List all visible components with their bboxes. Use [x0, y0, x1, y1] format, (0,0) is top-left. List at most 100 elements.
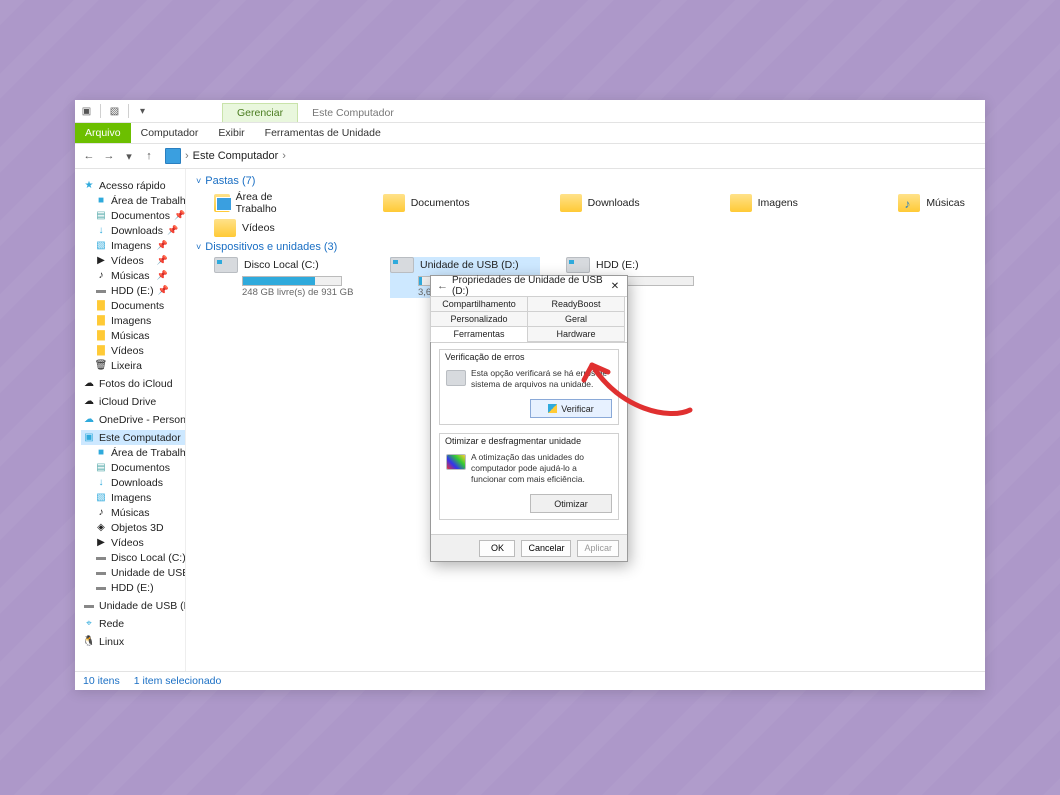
- tab-tools[interactable]: Ferramentas: [430, 326, 528, 342]
- sidebar-item-desktop[interactable]: ■Área de Trabalho: [93, 445, 185, 460]
- folder-documents[interactable]: Documentos: [383, 191, 470, 215]
- sidebar-linux[interactable]: 🐧Linux: [81, 634, 185, 649]
- sidebar-item-music[interactable]: ▇Músicas: [93, 328, 185, 343]
- breadcrumb[interactable]: › Este Computador ›: [161, 147, 979, 165]
- sidebar-quick-access[interactable]: ★Acesso rápido: [81, 178, 185, 193]
- sidebar-item-documents[interactable]: ▤Documentos: [93, 460, 185, 475]
- sidebar-label: Downloads: [111, 225, 163, 237]
- cancel-button[interactable]: Cancelar: [521, 540, 571, 557]
- group-description: A otimização das unidades do computador …: [471, 452, 612, 484]
- sidebar-item-usb-d[interactable]: ▬Unidade de USB (D:: [93, 565, 185, 580]
- download-icon: ↓: [95, 225, 107, 237]
- sidebar-item-hdd-e[interactable]: ▬HDD (E:)📌: [93, 283, 185, 298]
- sidebar-label: Área de Trabalho: [111, 195, 186, 207]
- video-icon: ▶: [95, 255, 107, 267]
- sidebar-label: Unidade de USB (D:: [111, 567, 186, 579]
- sidebar-label: Imagens: [111, 315, 151, 327]
- folder-label: Músicas: [926, 197, 965, 209]
- sidebar-icloud-drive[interactable]: ☁iCloud Drive: [81, 394, 185, 409]
- sidebar-item-images[interactable]: ▇Imagens: [93, 313, 185, 328]
- sidebar-item-music[interactable]: ♪Músicas📌: [93, 268, 185, 283]
- pin-icon: 📌: [157, 270, 183, 281]
- sidebar-icloud-photos[interactable]: ☁Fotos do iCloud: [81, 376, 185, 391]
- folder-icon: [214, 194, 230, 212]
- sidebar-item-hdd-e[interactable]: ▬HDD (E:): [93, 580, 185, 595]
- network-icon: ⌖: [83, 618, 95, 630]
- sidebar-item-music[interactable]: ♪Músicas: [93, 505, 185, 520]
- sidebar-item-downloads[interactable]: ↓Downloads📌: [93, 223, 185, 238]
- recent-dropdown[interactable]: ▾: [121, 148, 137, 164]
- folder-icon: ▇: [95, 300, 107, 312]
- computer-tab[interactable]: Computador: [131, 123, 209, 143]
- optimize-icon: [446, 454, 466, 470]
- folder-images[interactable]: Imagens: [730, 191, 809, 215]
- folder-desktop[interactable]: Área de Trabalho: [214, 191, 293, 215]
- tab-share[interactable]: Compartilhamento: [430, 296, 528, 312]
- sidebar-item-3d[interactable]: ◈Objetos 3D: [93, 520, 185, 535]
- back-icon[interactable]: ←: [437, 280, 448, 292]
- image-icon: ▧: [95, 240, 107, 252]
- status-selected-count: 1 item selecionado: [134, 675, 222, 687]
- folder-icon: [383, 194, 405, 212]
- folder-music[interactable]: Músicas: [898, 191, 977, 215]
- sidebar-this-pc[interactable]: ▣Este Computador: [81, 430, 185, 445]
- pin-icon: 📌: [174, 210, 186, 221]
- sidebar-label: Vídeos: [111, 345, 144, 357]
- folder-icon: [730, 194, 752, 212]
- folder-downloads[interactable]: Downloads: [560, 191, 640, 215]
- chevron-right-icon: ›: [282, 150, 286, 162]
- document-icon: ▤: [95, 462, 107, 474]
- ribbon: Arquivo Computador Exibir Ferramentas de…: [75, 123, 985, 144]
- drive-c[interactable]: Disco Local (C:) 248 GB livre(s) de 931 …: [214, 257, 364, 298]
- usb-icon: ▬: [83, 600, 95, 612]
- drives-group-header[interactable]: ˅Dispositivos e unidades (3): [196, 241, 977, 253]
- sidebar-label: Este Computador: [99, 432, 181, 444]
- folders-row: Vídeos: [194, 219, 977, 237]
- tab-readyboost[interactable]: ReadyBoost: [527, 296, 625, 312]
- dialog-title: Propriedades de Unidade de USB (D:): [452, 275, 606, 297]
- view-tab[interactable]: Exibir: [208, 123, 254, 143]
- sidebar-item-drive-c[interactable]: ▬Disco Local (C:): [93, 550, 185, 565]
- properties-dialog: ← Propriedades de Unidade de USB (D:) ✕ …: [430, 275, 628, 562]
- pin-icon: 📌: [157, 255, 183, 266]
- qat-dropdown-icon[interactable]: ▾: [135, 104, 150, 119]
- folder-videos[interactable]: Vídeos: [214, 219, 344, 237]
- group-title: Otimizar e desfragmentar unidade: [440, 434, 618, 448]
- folder-label: Documentos: [411, 197, 470, 209]
- explorer-icon: ▣: [79, 104, 94, 119]
- sidebar-item-documents[interactable]: ▤Documentos📌: [93, 208, 185, 223]
- sidebar-network[interactable]: ⌖Rede: [81, 616, 185, 631]
- breadcrumb-root[interactable]: Este Computador: [193, 150, 279, 162]
- tab-general[interactable]: Geral: [527, 311, 625, 327]
- sidebar-item-videos[interactable]: ▶Vídeos📌: [93, 253, 185, 268]
- properties-icon[interactable]: ▧: [107, 104, 122, 119]
- back-button[interactable]: ←: [81, 148, 97, 164]
- sidebar-item-images[interactable]: ▧Imagens📌: [93, 238, 185, 253]
- folder-icon: ▇: [95, 330, 107, 342]
- error-check-group: Verificação de erros Esta opção verifica…: [439, 349, 619, 425]
- drive-tools-tab[interactable]: Ferramentas de Unidade: [255, 123, 391, 143]
- ok-button[interactable]: OK: [479, 540, 515, 557]
- sidebar-item-recycle[interactable]: 🗑Lixeira: [93, 358, 185, 373]
- sidebar-item-desktop[interactable]: ■Área de Trabalho📌: [93, 193, 185, 208]
- folders-group-header[interactable]: ˅Pastas (7): [196, 175, 977, 187]
- sidebar-item-images[interactable]: ▧Imagens: [93, 490, 185, 505]
- navigation-pane: ★Acesso rápido ■Área de Trabalho📌 ▤Docum…: [75, 169, 186, 671]
- up-button[interactable]: ↑: [141, 148, 157, 164]
- sidebar-item-videos[interactable]: ▇Vídeos: [93, 343, 185, 358]
- close-button[interactable]: ✕: [606, 279, 624, 293]
- file-tab[interactable]: Arquivo: [75, 123, 131, 143]
- sidebar-item-videos[interactable]: ▶Vídeos: [93, 535, 185, 550]
- optimize-button[interactable]: Otimizar: [530, 494, 612, 513]
- sidebar-onedrive[interactable]: ☁OneDrive - Personal: [81, 412, 185, 427]
- sidebar-item-downloads[interactable]: ↓Downloads: [93, 475, 185, 490]
- chevron-right-icon: ›: [185, 150, 189, 162]
- tab-hardware[interactable]: Hardware: [527, 326, 625, 342]
- sidebar-item-documents[interactable]: ▇Documents: [93, 298, 185, 313]
- sidebar-usb[interactable]: ▬Unidade de USB (D:): [81, 598, 185, 613]
- manage-tab[interactable]: Gerenciar: [222, 103, 298, 122]
- tab-custom[interactable]: Personalizado: [430, 311, 528, 327]
- verify-button[interactable]: Verificar: [530, 399, 612, 418]
- forward-button[interactable]: →: [101, 148, 117, 164]
- apply-button[interactable]: Aplicar: [577, 540, 619, 557]
